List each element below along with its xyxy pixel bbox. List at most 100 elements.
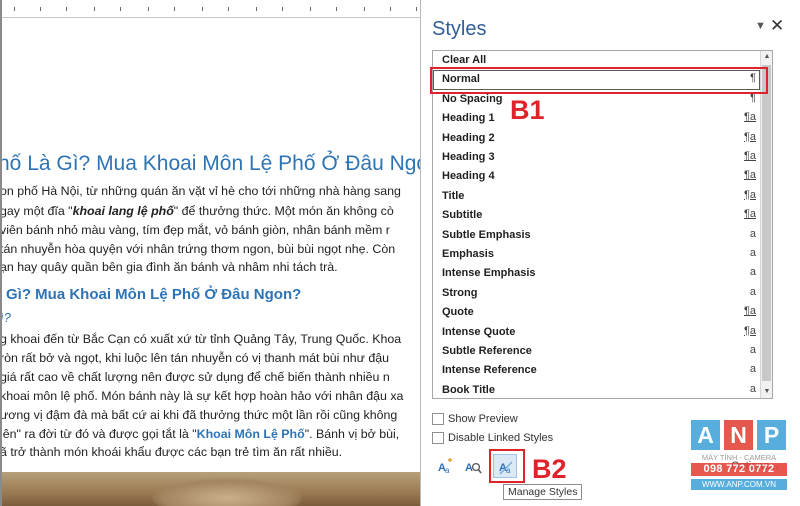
checkbox-label: Disable Linked Styles	[448, 432, 554, 444]
style-item-label: Book Title	[442, 383, 495, 396]
emphasis-text: Khoai Môn Lệ Phố	[196, 427, 305, 441]
character-style-icon: a	[749, 266, 756, 279]
text-run: " để thưởng thức. Một món ăn không cò	[173, 204, 394, 218]
character-style-icon: a	[749, 344, 756, 356]
close-icon[interactable]: ✕	[770, 16, 784, 36]
linked-style-icon: ¶a	[743, 111, 756, 124]
linked-style-icon: ¶a	[743, 208, 756, 221]
logo-letter: P	[757, 420, 786, 450]
style-item-label: No Spacing	[442, 92, 503, 105]
character-style-icon: a	[749, 363, 756, 376]
linked-style-icon: ¶a	[743, 169, 756, 182]
horizontal-ruler[interactable]	[2, 0, 420, 18]
style-item-label: Heading 3	[442, 151, 495, 163]
style-item-heading-1[interactable]: Heading 1 ¶a	[433, 109, 760, 128]
linked-style-icon: ¶a	[743, 188, 756, 201]
paragraph-line: viên bánh nhỏ màu vàng, tím đẹp mắt, vỏ …	[0, 223, 390, 237]
document-image[interactable]	[2, 472, 420, 506]
style-item-label: Subtitle	[442, 209, 483, 222]
style-inspector-button[interactable]: A	[460, 454, 484, 478]
text-run: iên" ra đời từ đó và được gọi tắt là "	[0, 427, 197, 441]
style-item-label: Subtle Reference	[442, 345, 532, 357]
style-item-label: Emphasis	[442, 248, 494, 260]
new-style-icon: A a	[438, 458, 452, 475]
style-item-subtle-reference[interactable]: Subtle Reference a	[433, 342, 760, 361]
checkbox-box[interactable]	[432, 432, 444, 444]
dropdown-arrow-icon[interactable]: ▼	[755, 20, 766, 32]
manage-styles-tooltip: Manage Styles	[503, 484, 583, 500]
style-item-label: Clear All	[442, 54, 487, 66]
ruler-tick	[148, 7, 149, 11]
linked-style-icon: ¶a	[743, 324, 756, 337]
ruler-tick	[336, 7, 337, 11]
style-item-label: Title	[442, 189, 465, 202]
checkbox-label: Show Preview	[448, 413, 518, 425]
new-style-button[interactable]: A a	[432, 454, 456, 478]
style-item-label: Strong	[442, 286, 478, 299]
disable-linked-styles-checkbox[interactable]: Disable Linked Styles	[432, 431, 652, 447]
paragraph-line: on phố Hà Nội, từ những quán ăn vặt vỉ h…	[0, 184, 401, 198]
style-item-heading-4[interactable]: Heading 4 ¶a	[433, 167, 760, 186]
style-item-label: Intense Quote	[442, 325, 516, 338]
style-item-heading-2[interactable]: Heading 2 ¶a	[433, 129, 760, 148]
ruler-tick	[14, 7, 15, 11]
style-item-strong[interactable]: Strong a	[433, 284, 760, 303]
paragraph-line: giá rất cao về chất lượng nên được sử dụ…	[0, 370, 390, 384]
annotation-highlight-manage-styles	[489, 449, 525, 483]
ruler-tick	[202, 7, 203, 11]
style-item-quote[interactable]: Quote ¶a	[433, 303, 760, 322]
styles-list-scrollbar[interactable]: ▲ ▼	[760, 51, 772, 398]
style-item-heading-3[interactable]: Heading 3 ¶a	[433, 148, 760, 167]
ruler-tick	[120, 7, 121, 11]
styles-list[interactable]: Clear All Normal ¶ No Spacing ¶ Heading …	[432, 50, 773, 399]
annotation-label-b2: B2	[532, 454, 567, 484]
ruler-tick	[228, 7, 229, 11]
ruler-tick	[310, 7, 311, 11]
style-item-subtitle[interactable]: Subtitle ¶a	[433, 206, 760, 225]
character-style-icon: a	[749, 227, 756, 240]
text-run: ". Bánh vị bở bùi,	[304, 427, 400, 441]
ruler-tick	[364, 7, 365, 11]
paragraph-line: ương vị đậm đà mà bất cứ ai khi đã thưởn…	[0, 408, 398, 422]
style-inspector-icon: A	[465, 462, 482, 474]
logo-letter: A	[691, 420, 720, 450]
document-heading-2: Gì? Mua Khoai Môn Lệ Phố Ở Đâu Ngon?	[6, 286, 302, 303]
style-item-label: Heading 2	[442, 131, 495, 144]
ruler-tick	[174, 7, 175, 11]
paragraph-line: ạn hay quây quần bên gia đình ăn bánh và…	[0, 260, 338, 274]
logo-website: WWW.ANP.COM.VN	[691, 479, 787, 490]
paragraph-line: ròn rất bở và ngọt, khi luộc lên tán nhu…	[0, 351, 390, 365]
scroll-down-icon[interactable]: ▼	[761, 386, 773, 398]
emphasis-text: khoai lang lệ phố	[72, 204, 174, 218]
style-item-intense-quote[interactable]: Intense Quote ¶a	[433, 323, 760, 342]
style-item-label: Quote	[442, 306, 474, 319]
style-item-label: Heading 1	[442, 112, 495, 125]
ruler-tick	[66, 7, 67, 11]
document-heading-3: ì?	[0, 310, 11, 325]
paragraph-line: ã trở thành món khoái khẩu được các bạn …	[0, 445, 343, 459]
document-area[interactable]: hố Là Gì? Mua Khoai Môn Lệ Phố Ở Đâu Ngo…	[0, 0, 420, 506]
show-preview-checkbox[interactable]: Show Preview	[432, 412, 652, 428]
scroll-up-icon[interactable]: ▲	[761, 51, 773, 63]
svg-text:a: a	[445, 466, 450, 475]
style-item-title[interactable]: Title ¶a	[433, 187, 760, 206]
style-item-label: Intense Emphasis	[442, 267, 536, 280]
logo-phone: 098 772 0772	[691, 463, 787, 476]
annotation-highlight-normal	[430, 67, 768, 94]
logo-letter: N	[724, 420, 753, 450]
ruler-tick	[390, 7, 391, 11]
style-item-intense-reference[interactable]: Intense Reference a	[433, 361, 760, 380]
style-item-subtle-emphasis[interactable]: Subtle Emphasis a	[433, 226, 760, 245]
paragraph-line: gay một đĩa "khoai lang lệ phố" để thưởn…	[2, 203, 394, 219]
checkbox-box[interactable]	[432, 413, 444, 425]
annotation-label-b1: B1	[510, 95, 545, 125]
style-item-emphasis[interactable]: Emphasis a	[433, 245, 760, 264]
style-item-book-title[interactable]: Book Title a	[433, 381, 760, 400]
linked-style-icon: ¶a	[743, 150, 756, 162]
scroll-thumb[interactable]	[762, 65, 771, 381]
style-item-label: Subtle Emphasis	[442, 228, 531, 241]
linked-style-icon: ¶a	[743, 130, 756, 143]
svg-text:A: A	[465, 462, 473, 474]
style-item-intense-emphasis[interactable]: Intense Emphasis a	[433, 264, 760, 283]
character-style-icon: a	[749, 382, 756, 395]
